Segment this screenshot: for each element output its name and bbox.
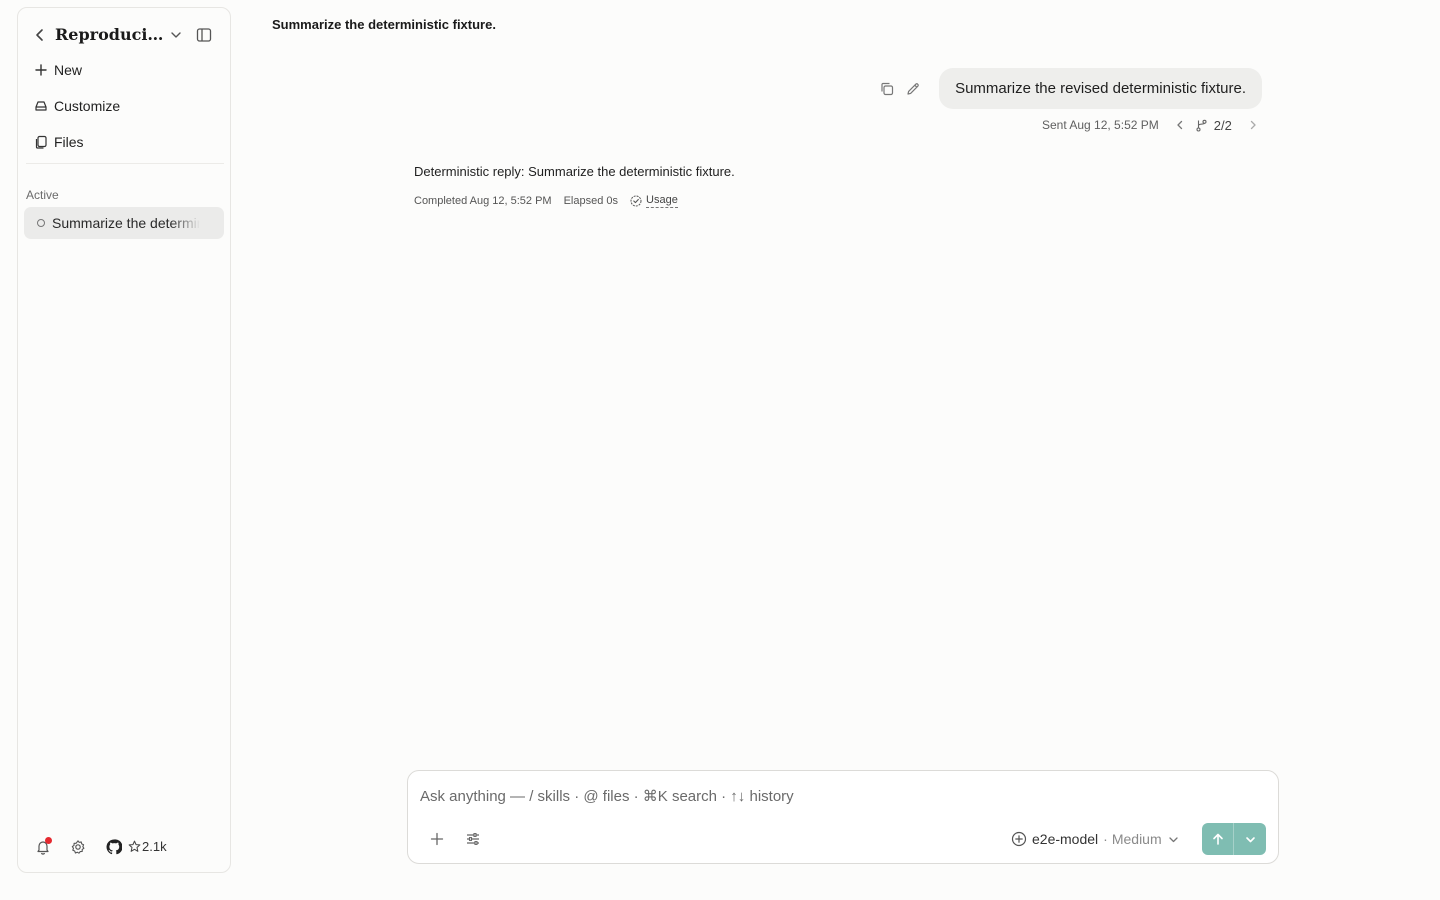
sent-timestamp: Sent Aug 12, 5:52 PM xyxy=(1042,118,1159,132)
user-message-meta: Sent Aug 12, 5:52 PM 2/2 xyxy=(1042,117,1258,133)
thread-label: Summarize the deterministic fixture. xyxy=(52,215,200,231)
assistant-message: Deterministic reply: Summarize the deter… xyxy=(414,164,735,179)
model-icon xyxy=(1011,831,1027,847)
chevron-down-icon[interactable] xyxy=(170,29,182,41)
project-title[interactable]: Reproducible... xyxy=(55,25,168,44)
copy-icon[interactable] xyxy=(879,81,895,97)
github-stars-count[interactable]: 2.1k xyxy=(142,839,167,854)
conversation-title: Summarize the deterministic fixture. xyxy=(272,17,496,32)
arrow-up-icon xyxy=(1212,833,1223,845)
notification-dot xyxy=(45,837,52,844)
new-label: New xyxy=(54,62,83,78)
send-button[interactable] xyxy=(1202,823,1234,855)
customize-label: Customize xyxy=(54,98,121,114)
files-label: Files xyxy=(54,134,84,150)
branch-icon xyxy=(1196,119,1207,132)
section-label-active: Active xyxy=(26,188,59,202)
plus-icon[interactable] xyxy=(429,831,445,847)
new-button[interactable]: New xyxy=(24,55,224,85)
chevron-left-icon[interactable] xyxy=(33,28,47,42)
github-icon[interactable] xyxy=(106,839,122,855)
sidebar: Reproducible... New Customize Files Acti… xyxy=(17,7,231,873)
circle-icon xyxy=(37,219,45,227)
thread-item[interactable]: Summarize the deterministic fixture. xyxy=(24,207,224,239)
prompt-input[interactable] xyxy=(420,788,1260,805)
chevron-left-icon[interactable] xyxy=(1175,120,1185,130)
usage-label: Usage xyxy=(646,194,678,208)
model-selector[interactable]: e2e-model · Medium xyxy=(1011,829,1179,849)
chevron-down-icon xyxy=(1245,836,1255,842)
pencil-icon[interactable] xyxy=(905,81,921,97)
gear-icon[interactable] xyxy=(70,839,86,855)
model-name: e2e-model xyxy=(1032,831,1099,847)
customize-button[interactable]: Customize xyxy=(24,91,224,121)
send-options-button[interactable] xyxy=(1234,823,1266,855)
completed-timestamp: Completed Aug 12, 5:52 PM xyxy=(414,195,552,207)
files-icon xyxy=(35,135,47,149)
effort-level: Medium xyxy=(1111,831,1162,847)
sidebar-footer: 2.1k xyxy=(18,836,230,858)
sliders-icon[interactable] xyxy=(465,831,481,847)
plus-icon xyxy=(35,64,47,76)
branch-counter: 2/2 xyxy=(1213,117,1232,133)
user-message-bubble: Summarize the revised deterministic fixt… xyxy=(939,68,1262,109)
send-button-group xyxy=(1202,823,1266,855)
sidebar-header: Reproducible... xyxy=(18,22,230,48)
composer: e2e-model · Medium xyxy=(407,770,1279,864)
chevron-right-icon[interactable] xyxy=(1248,120,1258,130)
toggle-sidebar-icon[interactable] xyxy=(196,27,212,43)
files-button[interactable]: Files xyxy=(24,127,224,157)
usage-link[interactable]: Usage xyxy=(630,194,678,208)
chevron-down-icon xyxy=(1168,836,1178,842)
elapsed-time: Elapsed 0s xyxy=(563,195,619,207)
sidebar-divider xyxy=(26,163,224,164)
star-icon xyxy=(128,840,141,852)
customize-icon xyxy=(35,101,47,111)
assistant-message-meta: Completed Aug 12, 5:52 PM Elapsed 0s Usa… xyxy=(414,194,678,208)
check-circle-icon xyxy=(630,195,642,207)
model-separator: · xyxy=(1103,831,1108,847)
